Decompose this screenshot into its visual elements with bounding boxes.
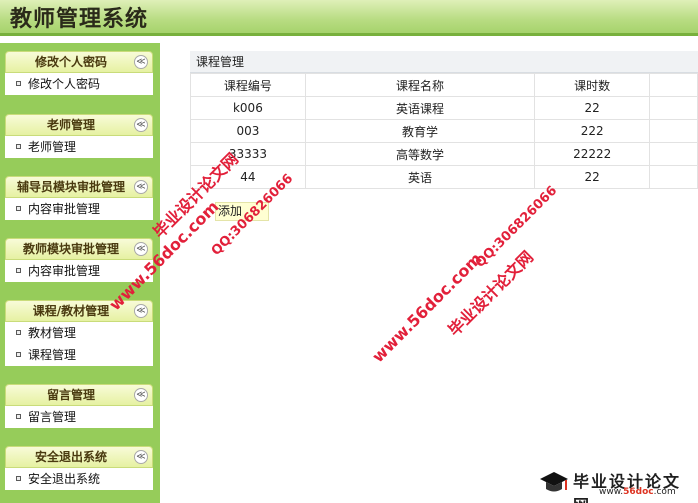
- table-cell: [649, 96, 698, 120]
- sidebar-item-messages[interactable]: 留言管理: [5, 406, 153, 428]
- sidebar-item-label: 课程管理: [28, 348, 77, 362]
- sidebar-item-label: 内容审批管理: [28, 264, 101, 278]
- sidebar-section-teachers: 老师管理 ≪ 老师管理: [5, 114, 153, 158]
- sidebar-section-header[interactable]: 老师管理 ≪: [5, 114, 153, 136]
- sidebar-section-title: 修改个人密码: [34, 55, 107, 69]
- sidebar-section-body: 留言管理: [5, 406, 153, 428]
- table-cell: 教育学: [304, 119, 536, 143]
- collapse-icon[interactable]: ≪: [134, 304, 148, 318]
- column-header: 课时数: [534, 73, 651, 97]
- sidebar-section-header[interactable]: 辅导员模块审批管理 ≪: [5, 176, 153, 198]
- bullet-icon: [16, 268, 21, 273]
- sidebar-item-courses[interactable]: 课程管理: [5, 344, 153, 366]
- app-title: 教师管理系统: [10, 6, 149, 32]
- sidebar-item-label: 修改个人密码: [28, 77, 101, 91]
- collapse-icon[interactable]: ≪: [134, 388, 148, 402]
- table-cell: k006: [190, 96, 306, 120]
- sidebar-section-title: 留言管理: [46, 388, 95, 402]
- sidebar-section-header[interactable]: 留言管理 ≪: [5, 384, 153, 406]
- sidebar-section-body: 内容审批管理: [5, 198, 153, 220]
- sidebar-item-teacher-management[interactable]: 老师管理: [5, 136, 153, 158]
- column-header: 课程名称: [304, 73, 536, 97]
- sidebar-item-label: 留言管理: [28, 410, 77, 424]
- bullet-icon: [16, 476, 21, 481]
- table-header-row: 课程编号 课程名称 课时数: [190, 73, 698, 97]
- table-cell: 英语课程: [304, 96, 536, 120]
- table-row: 33333 高等数学 22222: [190, 142, 698, 166]
- course-table: 课程编号 课程名称 课时数 k006 英语课程 22 003 教育学 222 3…: [190, 73, 698, 189]
- sidebar-section-title: 老师管理: [46, 118, 95, 132]
- sidebar-item-label: 教材管理: [28, 326, 77, 340]
- sidebar-section-header[interactable]: 教师模块审批管理 ≪: [5, 238, 153, 260]
- table-cell: 高等数学: [304, 142, 536, 166]
- watermark-logo: 毕业设计论文网 www.56doc.com: [533, 468, 693, 503]
- sidebar-section-body: 老师管理: [5, 136, 153, 158]
- collapse-icon[interactable]: ≪: [134, 55, 148, 69]
- sidebar-section-counselor-approval: 辅导员模块审批管理 ≪ 内容审批管理: [5, 176, 153, 220]
- collapse-icon[interactable]: ≪: [134, 450, 148, 464]
- sidebar-item-logout[interactable]: 安全退出系统: [5, 468, 153, 490]
- table-cell: 英语: [304, 165, 536, 189]
- sidebar-section-title: 辅导员模块审批管理: [16, 180, 125, 194]
- sidebar-item-change-password[interactable]: 修改个人密码: [5, 73, 153, 95]
- table-row: 003 教育学 222: [190, 119, 698, 143]
- bullet-icon: [16, 330, 21, 335]
- sidebar-item-label: 安全退出系统: [28, 472, 101, 486]
- sidebar-item-materials[interactable]: 教材管理: [5, 322, 153, 344]
- collapse-icon[interactable]: ≪: [134, 180, 148, 194]
- table-cell: 22222: [534, 142, 651, 166]
- sidebar-section-title: 课程/教材管理: [32, 304, 110, 318]
- sidebar-section-password: 修改个人密码 ≪ 修改个人密码: [5, 51, 153, 95]
- bullet-icon: [16, 414, 21, 419]
- column-header: 课程编号: [190, 73, 306, 97]
- table-cell: 22: [534, 96, 651, 120]
- table-cell: 33333: [190, 142, 306, 166]
- sidebar-item-label: 内容审批管理: [28, 202, 101, 216]
- collapse-icon[interactable]: ≪: [134, 242, 148, 256]
- table-cell: 222: [534, 119, 651, 143]
- sidebar-section-body: 修改个人密码: [5, 73, 153, 95]
- course-panel: 课程管理 课程编号 课程名称 课时数 k006 英语课程 22 003 教育学 …: [190, 51, 698, 189]
- table-cell: [649, 142, 698, 166]
- bullet-icon: [16, 144, 21, 149]
- sidebar-section-header[interactable]: 修改个人密码 ≪: [5, 51, 153, 73]
- panel-title: 课程管理: [190, 51, 698, 73]
- table-cell: [649, 165, 698, 189]
- collapse-icon[interactable]: ≪: [134, 118, 148, 132]
- sidebar-item-content-approval[interactable]: 内容审批管理: [5, 198, 153, 220]
- sidebar-section-body: 教材管理 课程管理: [5, 322, 153, 366]
- sidebar-section-course-materials: 课程/教材管理 ≪ 教材管理 课程管理: [5, 300, 153, 366]
- main-content: 课程管理 课程编号 课程名称 课时数 k006 英语课程 22 003 教育学 …: [177, 43, 698, 503]
- sidebar-section-header[interactable]: 课程/教材管理 ≪: [5, 300, 153, 322]
- sidebar-section-header[interactable]: 安全退出系统 ≪: [5, 446, 153, 468]
- sidebar-section-body: 安全退出系统: [5, 468, 153, 490]
- app-header: 教师管理系统: [0, 0, 698, 36]
- logo-site-name: 毕业设计论文网: [573, 472, 682, 503]
- logo-url: www.56doc.com: [599, 487, 676, 497]
- column-header-empty: [649, 73, 698, 97]
- table-row: k006 英语课程 22: [190, 96, 698, 120]
- mortarboard-icon: [540, 472, 568, 492]
- sidebar-section-title: 教师模块审批管理: [22, 242, 119, 256]
- bullet-icon: [16, 206, 21, 211]
- sidebar-item-label: 老师管理: [28, 140, 77, 154]
- bullet-icon: [16, 81, 21, 86]
- bullet-icon: [16, 352, 21, 357]
- table-cell: 003: [190, 119, 306, 143]
- table-cell: [649, 119, 698, 143]
- table-row: 44 英语 22: [190, 165, 698, 189]
- sidebar-section-title: 安全退出系统: [34, 450, 107, 464]
- sidebar-section-logout: 安全退出系统 ≪ 安全退出系统: [5, 446, 153, 490]
- sidebar-section-messages: 留言管理 ≪ 留言管理: [5, 384, 153, 428]
